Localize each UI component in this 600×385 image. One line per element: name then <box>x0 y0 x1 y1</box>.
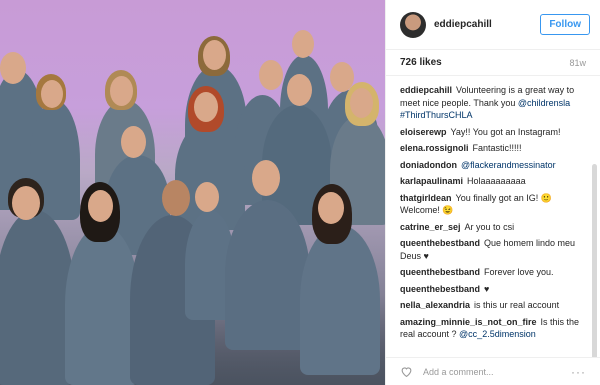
person-head <box>194 92 218 122</box>
comment-user[interactable]: doniadondon <box>400 160 457 170</box>
comment: elena.rossignoli Fantastic!!!!! <box>400 142 586 155</box>
person-head <box>121 126 146 158</box>
post-header: eddiepcahill Follow <box>386 0 600 50</box>
person-head <box>203 40 226 70</box>
comment-text: ♥ <box>484 283 490 294</box>
person-head <box>350 88 373 118</box>
comment: karlapaulinami Holaaaaaaaaa <box>400 175 586 188</box>
add-comment-input[interactable]: Add a comment... <box>423 367 571 377</box>
comment-text: Yay!! You got an Instagram! <box>450 126 561 137</box>
person-head <box>162 180 190 216</box>
person-head <box>0 52 26 84</box>
comment: nella_alexandria is this ur real account <box>400 299 586 312</box>
person-head <box>12 186 40 220</box>
person-head <box>88 190 113 222</box>
comment-text: Fantastic!!!!! <box>472 143 522 153</box>
instagram-post: eddiepcahill Follow 726 likes 81w eddiep… <box>0 0 600 385</box>
more-options-icon[interactable]: ··· <box>571 365 586 379</box>
comment-text[interactable]: @flackerandmessinator <box>461 160 556 170</box>
person-head <box>252 160 280 196</box>
comment: queenthebestband Forever love you. <box>400 266 586 279</box>
comment-user[interactable]: queenthebestband <box>400 267 480 277</box>
comment-bar: Add a comment... ··· <box>386 357 600 385</box>
person-figure <box>65 225 140 385</box>
comment-user[interactable]: amazing_minnie_is_not_on_fire <box>400 317 537 327</box>
post-age[interactable]: 81w <box>569 58 586 68</box>
follow-button[interactable]: Follow <box>540 14 590 35</box>
comment: queenthebestband ♥ <box>400 283 586 296</box>
comment: queenthebestband Que homem lindo meu Deus… <box>400 237 586 262</box>
comment-text: Ar you to csi <box>464 221 515 232</box>
heart-icon[interactable] <box>400 365 413 378</box>
username-link[interactable]: eddiepcahill <box>434 19 540 30</box>
comment-user[interactable]: nella_alexandria <box>400 300 470 310</box>
comment-text: is this ur real account <box>474 300 560 310</box>
comment-user[interactable]: eddiepcahill <box>400 85 452 95</box>
comment-text: Forever love you. <box>484 267 554 277</box>
person-figure <box>0 210 75 385</box>
comment: catrine_er_sej Ar you to csi <box>400 221 586 234</box>
comment-user[interactable]: queenthebestband <box>400 284 480 294</box>
comment-user[interactable]: eloiserewp <box>400 127 447 137</box>
person-head <box>41 80 63 108</box>
comments-scrollbar[interactable] <box>592 164 597 357</box>
likes-count[interactable]: 726 likes <box>400 57 442 68</box>
comment-user[interactable]: thatgirldean <box>400 193 452 203</box>
comment: eddiepcahill Volunteering is a great way … <box>400 84 586 122</box>
comment-user[interactable]: karlapaulinami <box>400 176 463 186</box>
comment-user[interactable]: catrine_er_sej <box>400 222 461 232</box>
person-head <box>292 30 314 58</box>
person-figure <box>300 225 380 375</box>
comment-list[interactable]: eddiepcahill Volunteering is a great way … <box>386 76 600 357</box>
person-figure <box>225 200 310 350</box>
post-photo[interactable] <box>0 0 385 385</box>
post-sidebar: eddiepcahill Follow 726 likes 81w eddiep… <box>385 0 600 385</box>
person-head <box>259 60 283 90</box>
comment-user[interactable]: queenthebestband <box>400 238 480 248</box>
comment: thatgirldean You finally got an IG! 🙂 Wel… <box>400 192 586 217</box>
comment-user[interactable]: elena.rossignoli <box>400 143 469 153</box>
avatar[interactable] <box>400 11 426 38</box>
comment: doniadondon @flackerandmessinator <box>400 159 586 172</box>
person-head <box>287 74 312 106</box>
comment: eloiserewp Yay!! You got an Instagram! <box>400 126 586 139</box>
person-head <box>195 182 219 212</box>
person-head <box>318 192 344 224</box>
person-head <box>110 76 133 106</box>
comment-text: Holaaaaaaaaa <box>467 176 526 186</box>
comment: amazing_minnie_is_not_on_fire Is this the… <box>400 316 586 341</box>
post-meta: 726 likes 81w <box>386 50 600 76</box>
